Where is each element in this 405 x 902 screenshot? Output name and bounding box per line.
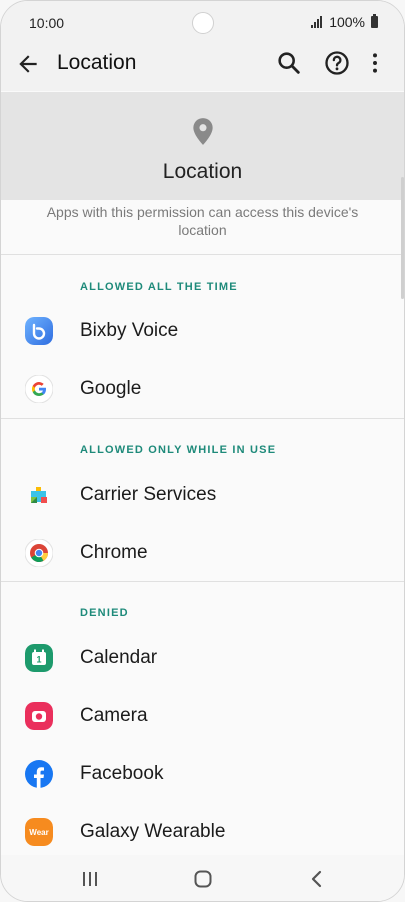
back-nav-icon[interactable] <box>308 869 326 889</box>
google-icon <box>25 375 53 403</box>
divider <box>1 418 404 419</box>
app-name: Chrome <box>80 542 148 563</box>
help-icon[interactable] <box>323 49 351 77</box>
section-header-allowed-all-time: ALLOWED ALL THE TIME <box>80 281 238 293</box>
app-name: Galaxy Wearable <box>80 821 226 842</box>
signal-icon <box>311 16 323 28</box>
app-row-facebook[interactable]: Facebook <box>1 747 404 801</box>
app-row-galaxy-wearable[interactable]: Wear Galaxy Wearable <box>1 805 404 859</box>
app-name: Carrier Services <box>80 484 217 505</box>
back-arrow-icon[interactable] <box>15 51 41 77</box>
camera-icon <box>25 702 53 730</box>
permission-description: Apps with this permission can access thi… <box>46 204 359 238</box>
search-icon[interactable] <box>275 49 303 77</box>
app-row-carrier-services[interactable]: Carrier Services <box>1 468 404 522</box>
page-title: Location <box>57 51 137 74</box>
carrier-services-icon <box>31 487 47 503</box>
galaxy-wearable-icon: Wear <box>25 818 53 846</box>
app-name: Calendar <box>80 647 158 668</box>
status-bar: 10:00 100% <box>1 1 404 35</box>
app-row-chrome[interactable]: Chrome <box>1 526 404 580</box>
status-time: 10:00 <box>29 15 65 31</box>
battery-icon <box>371 14 378 28</box>
front-camera-cutout <box>192 12 214 34</box>
bixby-voice-icon <box>25 317 53 345</box>
calendar-day: 1 <box>36 655 41 665</box>
app-name: Google <box>80 378 142 399</box>
calendar-icon: 1 <box>25 644 53 672</box>
navigation-bar <box>1 855 404 901</box>
more-options-icon[interactable] <box>361 49 389 77</box>
home-icon[interactable] <box>193 869 213 889</box>
battery-percent: 100% <box>329 14 365 30</box>
divider <box>1 581 404 582</box>
app-name: Facebook <box>80 763 164 784</box>
app-name: Camera <box>80 705 148 726</box>
app-row-calendar[interactable]: 1 Calendar <box>1 631 404 685</box>
phone-frame: 10:00 100% Location Location Apps with t… <box>0 0 405 902</box>
permission-hero: Location <box>1 92 404 200</box>
section-header-allowed-while-in-use: ALLOWED ONLY WHILE IN USE <box>80 444 277 456</box>
wearable-wordmark: Wear <box>29 828 48 837</box>
app-row-google[interactable]: Google <box>1 362 404 416</box>
scrollbar[interactable] <box>401 177 404 299</box>
divider <box>1 254 404 255</box>
app-row-bixby-voice[interactable]: Bixby Voice <box>1 304 404 358</box>
section-header-denied: DENIED <box>80 607 129 619</box>
permission-title: Location <box>162 160 243 183</box>
app-bar: Location <box>1 35 404 91</box>
chrome-icon <box>25 539 53 567</box>
recent-apps-icon[interactable] <box>80 870 100 888</box>
app-name: Bixby Voice <box>80 320 179 341</box>
location-pin-icon <box>193 118 213 145</box>
facebook-icon <box>25 760 53 788</box>
status-icons: 100% <box>311 14 378 30</box>
app-row-camera[interactable]: Camera <box>1 689 404 743</box>
